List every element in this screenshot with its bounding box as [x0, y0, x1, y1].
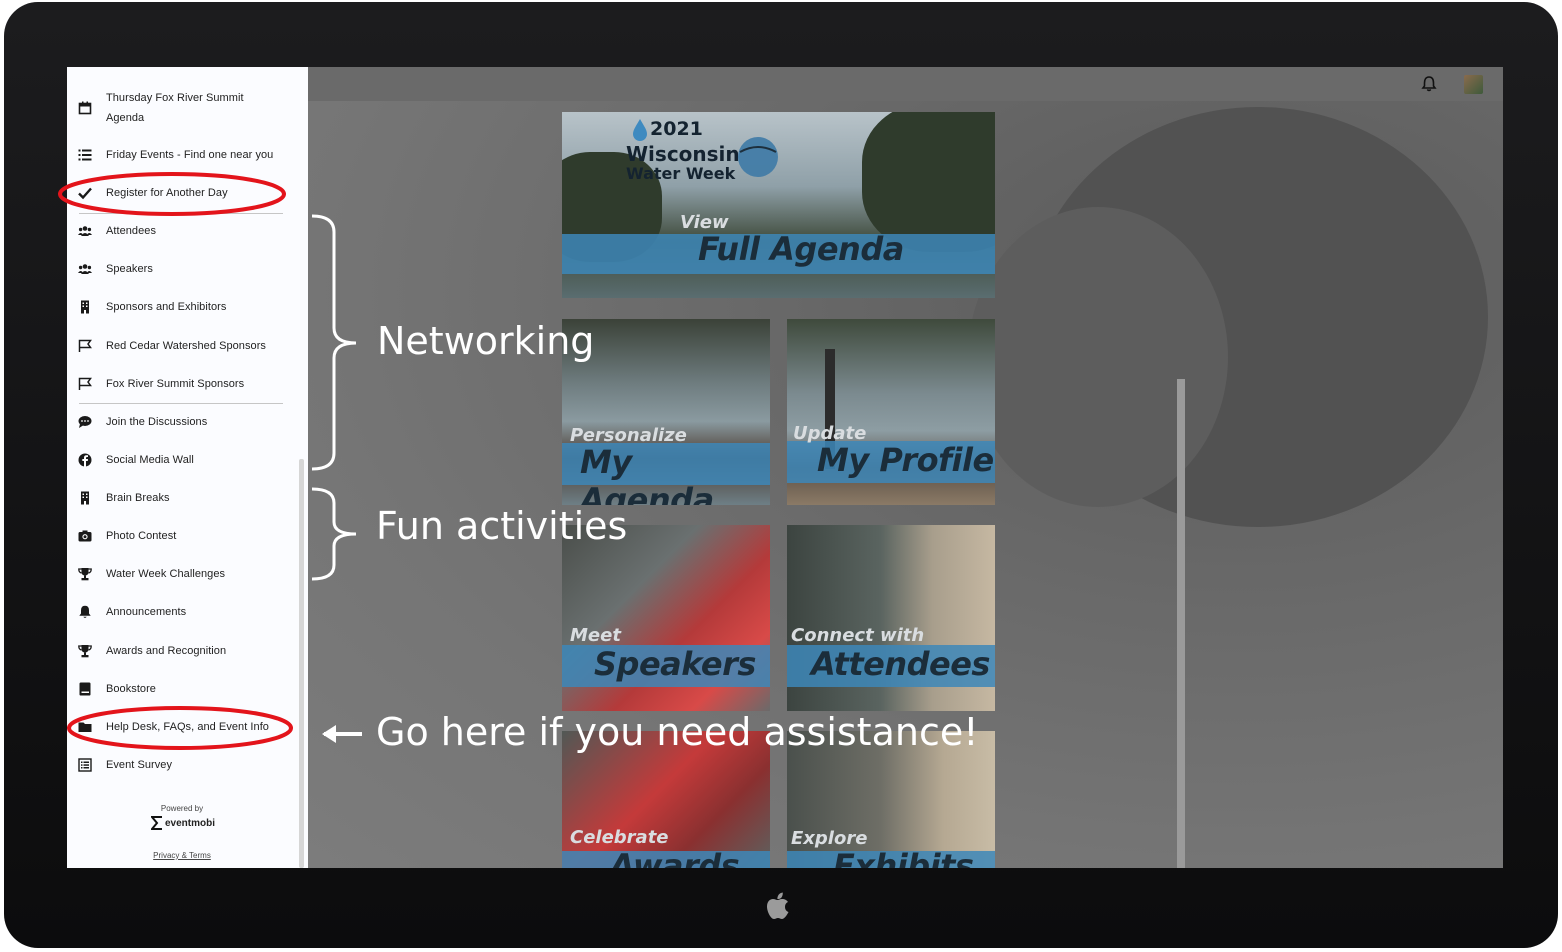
sidebar-divider — [79, 213, 283, 214]
flag-icon — [77, 338, 93, 354]
globe-icon — [738, 137, 778, 177]
sidebar-item-water-week-challenges[interactable]: Water Week Challenges — [77, 564, 287, 584]
flag-icon — [77, 376, 93, 392]
sidebar-item-label: Friday Events - Find one near you — [106, 149, 274, 161]
powered-by-label: Powered by — [160, 804, 204, 813]
tile-big-label: Awards — [610, 847, 740, 868]
sidebar-item-awards-recognition[interactable]: Awards and Recognition — [77, 641, 287, 661]
sidebar-item-red-cedar-sponsors[interactable]: Red Cedar Watershed Sponsors — [77, 336, 287, 356]
book-icon — [77, 681, 93, 697]
sidebar-item-label: Announcements — [106, 606, 187, 618]
chat-icon — [77, 414, 93, 430]
checkmark-icon — [77, 185, 93, 201]
speakers-tile[interactable]: Meet Speakers — [562, 525, 770, 711]
building-icon — [77, 490, 93, 506]
tile-small-label: Celebrate — [570, 827, 669, 848]
sidebar-item-label: Help Desk, FAQs, and Event Info — [106, 721, 269, 733]
sidebar-item-register-another-day[interactable]: Register for Another Day — [77, 183, 287, 203]
trophy-icon — [77, 566, 93, 582]
sidebar-item-label: Join the Discussions — [106, 416, 208, 428]
water-drop-icon — [633, 119, 647, 141]
sidebar-item-join-discussions[interactable]: Join the Discussions — [77, 412, 287, 432]
tile-big-label: My Agenda — [580, 443, 714, 505]
apple-logo-icon — [767, 892, 789, 919]
tile-big-label: My Profile — [817, 441, 994, 479]
tile-small-label: Meet — [570, 625, 621, 646]
sidebar-item-attendees[interactable]: Attendees — [77, 221, 287, 241]
sidebar-item-help-desk[interactable]: Help Desk, FAQs, and Event Info — [77, 717, 287, 737]
survey-icon — [77, 757, 93, 773]
sidebar-item-brain-breaks[interactable]: Brain Breaks — [77, 488, 287, 508]
sidebar-item-thursday-agenda[interactable]: Thursday Fox River Summit Agenda — [77, 88, 287, 128]
sidebar-menu: Thursday Fox River Summit Agenda Friday … — [67, 67, 308, 868]
sidebar-item-label: Social Media Wall — [106, 454, 194, 466]
calendar-icon — [77, 100, 93, 116]
trophy-icon — [77, 643, 93, 659]
full-agenda-tile[interactable]: 2021 Wisconsin Water Week View Full Agen… — [562, 112, 995, 298]
annotation-help: Go here if you need assistance! — [376, 710, 979, 754]
sidebar-item-fox-river-sponsors[interactable]: Fox River Summit Sponsors — [77, 374, 287, 394]
sidebar-item-label: Awards and Recognition — [106, 645, 227, 657]
building-icon — [77, 299, 93, 315]
annotation-networking: Networking — [377, 319, 595, 363]
sidebar-item-bookstore[interactable]: Bookstore — [77, 679, 287, 699]
logo-text-wisconsin: Wisconsin — [626, 142, 740, 166]
sidebar-scrollbar[interactable] — [299, 459, 304, 868]
camera-icon — [77, 528, 93, 544]
top-bar — [308, 67, 1503, 101]
sidebar-item-label: Speakers — [106, 263, 153, 275]
logo-year: 2021 — [650, 118, 703, 140]
sidebar-item-label: Fox River Summit Sponsors — [106, 378, 245, 390]
sidebar-item-label: Water Week Challenges — [106, 568, 226, 580]
logo-text-water-week: Water Week — [626, 164, 736, 183]
tile-big-label: Attendees — [811, 645, 990, 683]
eventmobi-logo[interactable]: eventmobi — [151, 816, 215, 830]
sidebar-item-label: Register for Another Day — [106, 187, 228, 199]
bell-icon — [77, 604, 93, 620]
sidebar-item-announcements[interactable]: Announcements — [77, 602, 287, 622]
avatar[interactable] — [1464, 75, 1483, 94]
sidebar-item-label: Thursday Fox River Summit Agenda — [106, 92, 244, 124]
people-icon — [77, 261, 93, 277]
sidebar-item-label: Attendees — [106, 225, 156, 237]
attendees-tile[interactable]: Connect with Attendees — [787, 525, 995, 711]
tile-big-label: Full Agenda — [698, 230, 904, 268]
background-pole — [1177, 379, 1185, 868]
tile-small-label: Connect with — [791, 625, 925, 646]
sidebar-item-label: Red Cedar Watershed Sponsors — [106, 340, 266, 352]
list-icon — [77, 147, 93, 163]
sidebar-divider — [79, 403, 283, 404]
facebook-icon — [77, 452, 93, 468]
sidebar-item-label: Bookstore — [106, 683, 156, 695]
sidebar-item-photo-contest[interactable]: Photo Contest — [77, 526, 287, 546]
sidebar-item-sponsors-exhibitors[interactable]: Sponsors and Exhibitors — [77, 297, 287, 317]
tile-big-label: Speakers — [594, 645, 756, 683]
sidebar-item-label: Photo Contest — [106, 530, 177, 542]
sidebar-item-friday-events[interactable]: Friday Events - Find one near you — [77, 145, 287, 165]
folder-icon — [77, 719, 93, 735]
tile-big-label: Exhibits — [833, 847, 974, 868]
background-trees — [968, 207, 1228, 507]
sidebar-item-speakers[interactable]: Speakers — [77, 259, 287, 279]
sidebar-item-event-survey[interactable]: Event Survey — [77, 755, 287, 775]
sidebar-item-label: Brain Breaks — [106, 492, 170, 504]
sidebar-item-label: Sponsors and Exhibitors — [106, 301, 227, 313]
sidebar-item-label: Event Survey — [106, 759, 173, 771]
privacy-terms-link[interactable]: Privacy & Terms — [67, 851, 297, 860]
tile-small-label: Explore — [791, 828, 868, 849]
sidebar-item-social-media-wall[interactable]: Social Media Wall — [77, 450, 287, 470]
sigma-icon — [151, 816, 162, 830]
people-icon — [77, 223, 93, 239]
brand-name: eventmobi — [165, 817, 216, 829]
my-profile-tile[interactable]: Update My Profile — [787, 319, 995, 505]
bell-icon[interactable] — [1420, 75, 1438, 93]
annotation-fun-activities: Fun activities — [376, 504, 628, 548]
